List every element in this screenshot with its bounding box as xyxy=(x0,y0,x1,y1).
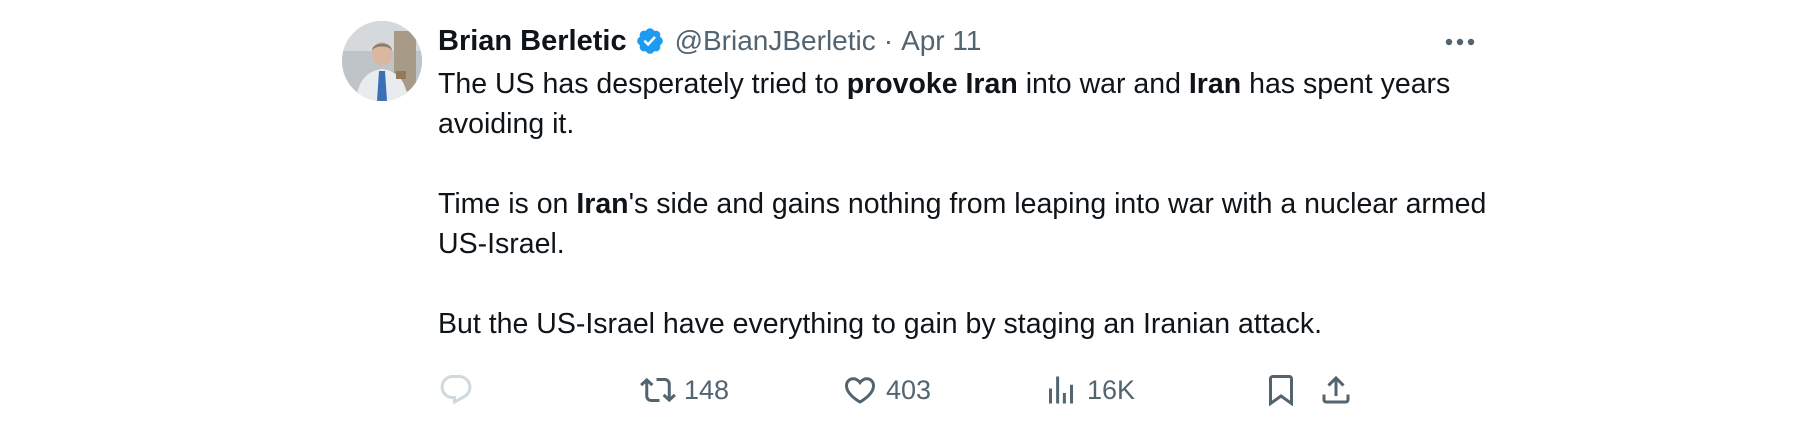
views-button[interactable]: 16K xyxy=(1043,368,1135,412)
views-icon xyxy=(1043,372,1079,408)
like-button[interactable]: 403 xyxy=(842,368,931,412)
bold-text: Iran xyxy=(1188,68,1242,100)
share-icon xyxy=(1318,372,1354,408)
tweet-paragraph: But the US-Israel have everything to gai… xyxy=(438,304,1498,344)
like-icon xyxy=(842,372,878,408)
repost-count: 148 xyxy=(684,374,730,405)
text-run: The US has desperately tried to xyxy=(438,68,847,100)
tweet: Brian Berletic @BrianJBerletic · Apr 11 … xyxy=(0,0,1816,426)
avatar-image xyxy=(342,21,422,101)
tweet-text: The US has desperately tried to provoke … xyxy=(438,64,1498,344)
bookmark-button[interactable] xyxy=(1263,368,1299,412)
repost-icon xyxy=(640,372,676,408)
author-name[interactable]: Brian Berletic xyxy=(438,25,627,58)
bookmark-icon xyxy=(1263,372,1299,408)
verified-badge-icon[interactable] xyxy=(635,26,665,56)
text-run: into war and xyxy=(1017,68,1189,100)
tweet-header: Brian Berletic @BrianJBerletic · Apr 11 xyxy=(438,20,981,62)
view-count: 16K xyxy=(1087,374,1136,405)
tweet-date[interactable]: Apr 11 xyxy=(901,25,981,57)
reply-icon xyxy=(438,372,474,408)
text-run: Time is on xyxy=(438,188,577,220)
tweet-paragraph: Time is on Iran's side and gains nothing… xyxy=(438,184,1498,264)
tweet-paragraph: The US has desperately tried to provoke … xyxy=(438,64,1498,144)
more-icon[interactable] xyxy=(1440,24,1480,60)
author-handle[interactable]: @BrianJBerletic xyxy=(675,25,876,57)
share-button[interactable] xyxy=(1318,368,1354,412)
reply-button[interactable] xyxy=(438,368,482,412)
bold-text: Iran xyxy=(576,188,629,220)
header-separator: · xyxy=(883,25,894,56)
like-count: 403 xyxy=(886,374,932,405)
repost-button[interactable]: 148 xyxy=(640,368,729,412)
tweet-actions: 148 403 16K xyxy=(438,368,1478,412)
bold-text: provoke Iran xyxy=(846,68,1018,100)
avatar[interactable] xyxy=(342,21,422,101)
text-run: But the US-Israel have everything to gai… xyxy=(438,308,1323,340)
